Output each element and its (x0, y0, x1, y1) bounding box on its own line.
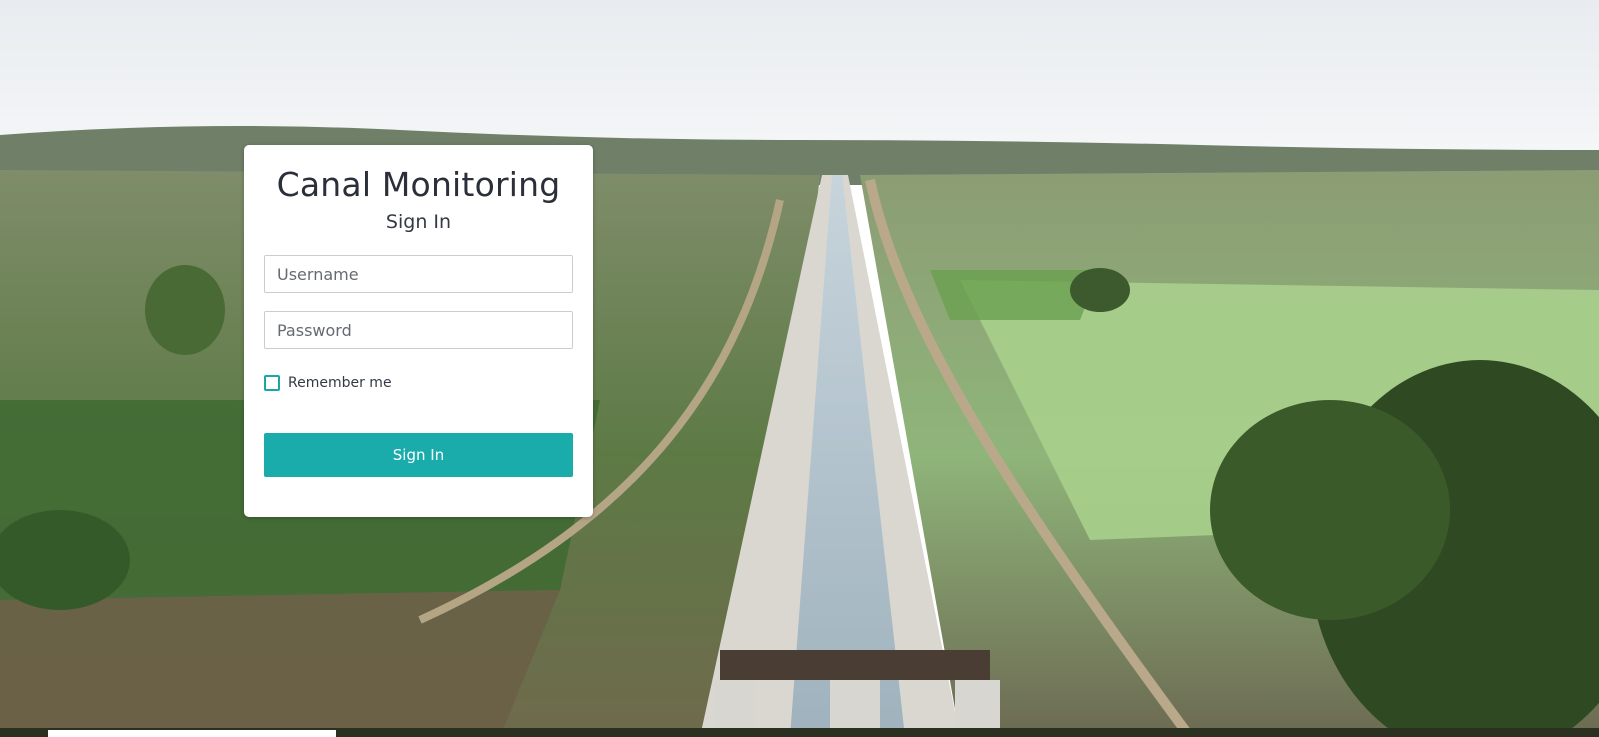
sign-in-button[interactable]: Sign In (264, 433, 573, 477)
background-photo (0, 0, 1599, 737)
form-subtitle: Sign In (385, 211, 452, 233)
remember-me-label: Remember me (288, 375, 392, 391)
remember-me-toggle[interactable]: Remember me (264, 375, 392, 391)
password-input[interactable] (264, 311, 573, 349)
username-input[interactable] (264, 255, 573, 293)
app-title: Canal Monitoring (276, 165, 561, 204)
remember-me-checkbox[interactable] (264, 375, 280, 391)
login-card: Canal Monitoring Sign In Remember me Sig… (244, 145, 593, 517)
